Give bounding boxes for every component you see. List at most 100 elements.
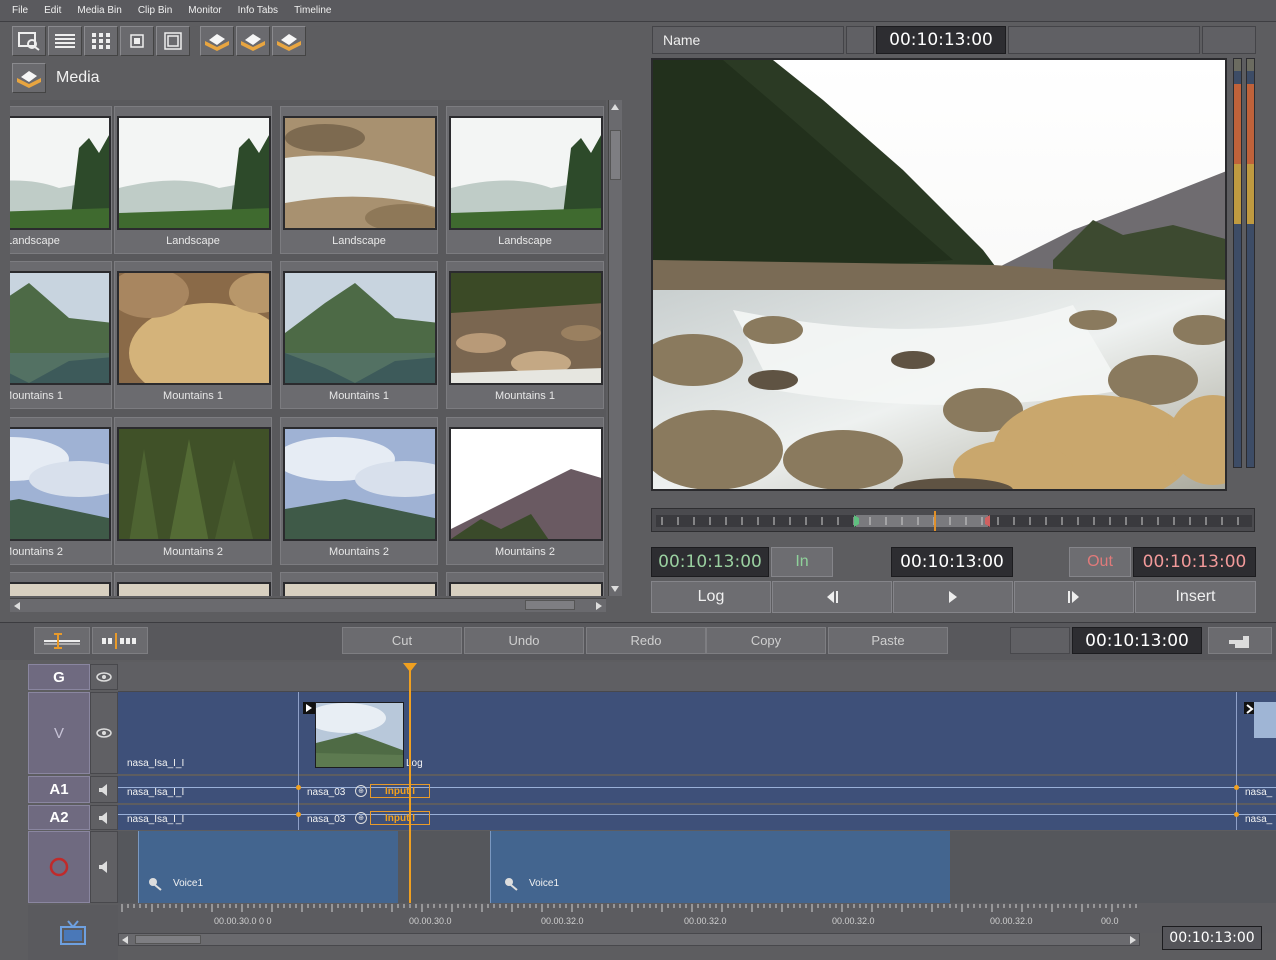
media-tile[interactable] xyxy=(10,572,112,596)
ruler-label-7: 00.0 xyxy=(1101,916,1119,926)
small-thumb-button[interactable] xyxy=(120,26,154,56)
mute-toggle-a2[interactable] xyxy=(90,805,118,830)
out-timecode: 00:10:13:00 xyxy=(1133,547,1256,577)
media-tile-caption: Landscape xyxy=(166,235,220,247)
partial-thumbnail xyxy=(449,582,603,596)
position-scrubber[interactable] xyxy=(651,508,1255,532)
clip-boundary-2 xyxy=(1236,692,1237,830)
menu-edit[interactable]: Edit xyxy=(36,0,69,22)
zoom-in-tool-button[interactable] xyxy=(34,627,90,654)
media-tile[interactable]: Mountains 1 xyxy=(280,261,438,409)
insert-button[interactable]: Insert xyxy=(1135,581,1256,613)
mute-toggle-a1[interactable] xyxy=(90,776,118,803)
media-tile[interactable]: Landscape xyxy=(10,106,112,254)
timeline-monitor-toggle[interactable] xyxy=(28,905,118,960)
voice-clip-2-label: Voice1 xyxy=(529,878,560,889)
copy-button[interactable]: Copy xyxy=(706,627,826,654)
speaker-icon xyxy=(99,811,107,824)
a1-keyframe-2[interactable] xyxy=(1234,785,1239,790)
media-tile[interactable] xyxy=(446,572,604,596)
video-viewer[interactable] xyxy=(651,58,1227,491)
a1-input-badge[interactable]: Input I xyxy=(370,784,430,798)
media-tile[interactable]: Mountains 2 xyxy=(280,417,438,565)
track-header-g[interactable]: G xyxy=(28,664,90,690)
media-tile[interactable]: Landscape xyxy=(446,106,604,254)
media-tile[interactable]: Mountains 2 xyxy=(10,417,112,565)
microphone-icon xyxy=(149,878,162,891)
a1-waveform-line xyxy=(118,787,1276,788)
speaker-icon xyxy=(99,783,107,796)
mark-out-button[interactable]: Out xyxy=(1069,547,1131,577)
playhead-line[interactable] xyxy=(409,670,411,905)
forest-mist-thumbnail xyxy=(10,116,111,230)
track-header-voice[interactable] xyxy=(28,831,90,903)
partial-thumbnail xyxy=(10,582,111,596)
bin-button-3[interactable] xyxy=(272,26,306,56)
menu-monitor[interactable]: Monitor xyxy=(180,0,229,22)
bin-button-2[interactable] xyxy=(236,26,270,56)
v-clip-thumbnail-2[interactable] xyxy=(1254,702,1276,738)
track-header-v[interactable]: V xyxy=(28,692,90,774)
play-icon xyxy=(306,704,312,712)
media-vertical-scrollbar[interactable] xyxy=(608,100,622,596)
step-back-button[interactable] xyxy=(772,581,892,613)
media-horizontal-scrollbar[interactable] xyxy=(10,598,606,612)
v-clip-thumbnail[interactable] xyxy=(315,702,404,768)
clip-name-field[interactable]: Name xyxy=(652,26,844,54)
bin-button-1[interactable] xyxy=(200,26,234,56)
media-bin-icon-button[interactable] xyxy=(12,63,46,93)
track-header-a1[interactable]: A1 xyxy=(28,776,90,803)
redo-button[interactable]: Redo xyxy=(586,627,706,654)
audio2-track-lane[interactable] xyxy=(118,805,1276,830)
menu-info-tabs[interactable]: Info Tabs xyxy=(230,0,286,22)
search-view-button[interactable] xyxy=(12,26,46,56)
audio1-track-lane[interactable] xyxy=(118,776,1276,803)
visibility-toggle-g[interactable] xyxy=(90,664,118,690)
voice-clip-1[interactable]: Voice1 xyxy=(138,831,398,903)
a1-clip-label-mid: nasa_03 xyxy=(307,787,346,798)
grid-view-button[interactable] xyxy=(84,26,118,56)
river-stones-thumbnail xyxy=(449,271,603,385)
menu-timeline[interactable]: Timeline xyxy=(286,0,339,22)
video-track-lane[interactable] xyxy=(118,692,1276,774)
a1-keyframe[interactable] xyxy=(296,785,301,790)
step-forward-button[interactable] xyxy=(1014,581,1134,613)
media-tile[interactable] xyxy=(114,572,272,596)
clip-play-marker[interactable] xyxy=(303,702,315,714)
media-tile[interactable]: Mountains 1 xyxy=(114,261,272,409)
river-water-thumbnail xyxy=(283,116,437,230)
list-view-button[interactable] xyxy=(48,26,82,56)
zoom-out-tool-button[interactable] xyxy=(92,627,148,654)
voice-clip-2[interactable]: Voice1 xyxy=(490,831,950,903)
media-tile[interactable]: Landscape xyxy=(114,106,272,254)
media-tile[interactable]: Mountains 1 xyxy=(10,261,112,409)
visibility-toggle-v[interactable] xyxy=(90,692,118,774)
a2-input-badge[interactable]: Input I xyxy=(370,811,430,825)
record-icon xyxy=(49,857,69,877)
large-thumb-button[interactable] xyxy=(156,26,190,56)
hand-tool-button[interactable] xyxy=(1208,627,1272,654)
timeline-horizontal-scrollbar[interactable] xyxy=(118,933,1140,946)
track-header-a2[interactable]: A2 xyxy=(28,805,90,830)
a2-keyframe-2[interactable] xyxy=(1234,812,1239,817)
mute-toggle-voice[interactable] xyxy=(90,831,118,903)
play-button[interactable] xyxy=(893,581,1013,613)
log-button[interactable]: Log xyxy=(651,581,771,613)
menu-media-bin[interactable]: Media Bin xyxy=(69,0,129,22)
media-tile[interactable] xyxy=(280,572,438,596)
undo-button[interactable]: Undo xyxy=(464,627,584,654)
timeline-ruler[interactable]: 00.00.30.0 0 0 00.00.30.0 00.00.32.0 00.… xyxy=(118,903,1276,933)
media-tile[interactable]: Landscape xyxy=(280,106,438,254)
menu-file[interactable]: File xyxy=(4,0,36,22)
menu-clip-bin[interactable]: Clip Bin xyxy=(130,0,180,22)
mark-in-button[interactable]: In xyxy=(771,547,833,577)
meter-right-channel xyxy=(1246,58,1255,468)
paste-button[interactable]: Paste xyxy=(828,627,948,654)
cloudy-valley-thumbnail xyxy=(316,703,403,767)
pointing-hand-icon xyxy=(1229,635,1249,648)
media-tile[interactable]: Mountains 1 xyxy=(446,261,604,409)
media-tile[interactable]: Mountains 2 xyxy=(446,417,604,565)
media-tile[interactable]: Mountains 2 xyxy=(114,417,272,565)
a2-keyframe[interactable] xyxy=(296,812,301,817)
cut-button[interactable]: Cut xyxy=(342,627,462,654)
